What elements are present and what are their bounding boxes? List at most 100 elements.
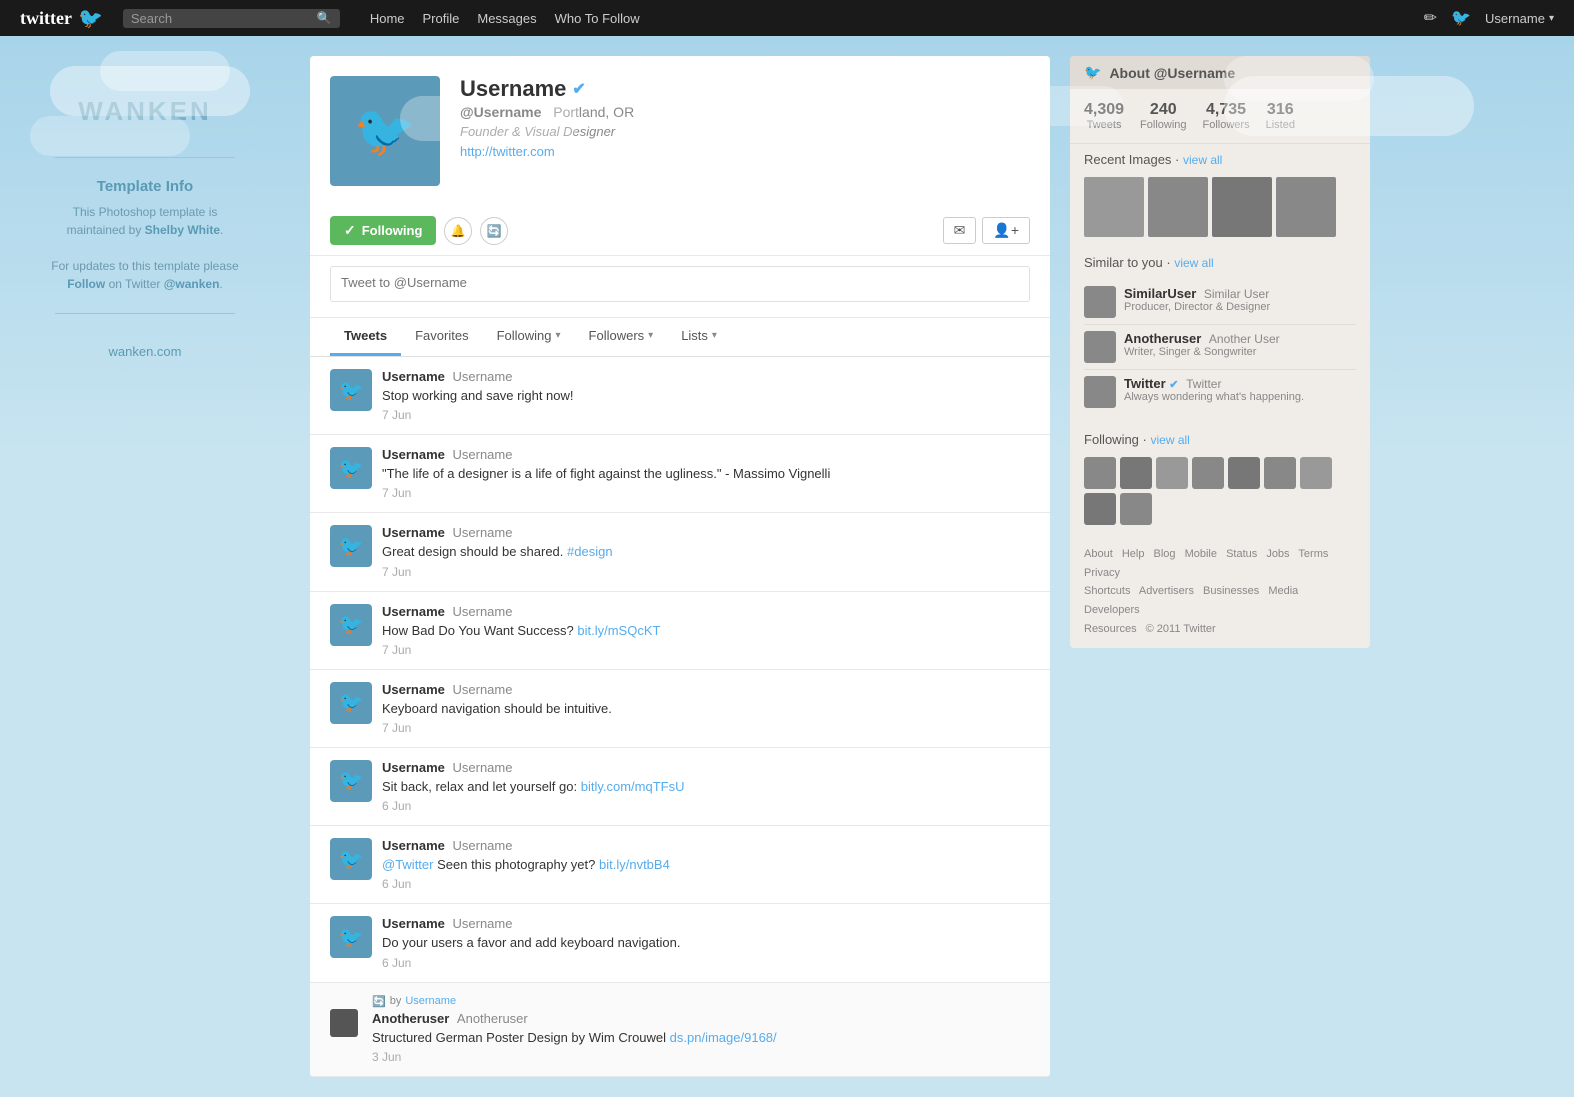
tweet-mention-link[interactable]: @Twitter (382, 857, 433, 872)
tweet-header: Username Username (382, 838, 1030, 853)
tweet-url-link[interactable]: ds.pn/image/9168/ (670, 1030, 777, 1045)
twitter-bird-icon: 🐦 (78, 6, 103, 31)
handle-link[interactable]: @wanken (164, 277, 220, 291)
footer-jobs-link[interactable]: Jobs (1266, 548, 1289, 560)
footer-businesses-link[interactable]: Businesses (1203, 585, 1259, 597)
profile-header: 🐦 Username ✔ @Username Portland, OR Foun… (310, 56, 1050, 206)
following-user-thumb[interactable] (1156, 457, 1188, 489)
tweet-date: 7 Jun (382, 408, 1030, 422)
stats-row: 4,309 Tweets 240 Following 4,735 Followe… (1070, 89, 1370, 144)
tab-following[interactable]: Following ▾ (483, 318, 575, 356)
footer-mobile-link[interactable]: Mobile (1185, 548, 1217, 560)
following-user-thumb[interactable] (1084, 493, 1116, 525)
footer-resources-link[interactable]: Resources (1084, 623, 1137, 635)
similar-user-handle: Another User (1209, 332, 1280, 346)
tweet-avatar: 🐦 (330, 447, 372, 489)
following-user-thumb[interactable] (1228, 457, 1260, 489)
tweet-body: Username Username Keyboard navigation sh… (382, 682, 1030, 735)
tweet-username[interactable]: Username (382, 916, 445, 931)
stat-followers-num: 4,735 (1203, 101, 1250, 119)
recent-images-view-all-link[interactable]: view all (1183, 153, 1222, 167)
image-thumb[interactable] (1084, 177, 1144, 237)
similar-user-name[interactable]: SimilarUser Similar User (1124, 286, 1356, 301)
similar-user-handle: Twitter (1186, 377, 1221, 391)
tweet-username[interactable]: Username (382, 838, 445, 853)
following-user-thumb[interactable] (1192, 457, 1224, 489)
following-section-text: Following (1084, 432, 1139, 447)
footer-shortcuts-link[interactable]: Shortcuts (1084, 585, 1130, 597)
tweet-username[interactable]: Username (382, 604, 445, 619)
tweet-username[interactable]: Username (382, 760, 445, 775)
footer-about-link[interactable]: About (1084, 548, 1113, 560)
following-user-thumb[interactable] (1120, 457, 1152, 489)
profile-website-link[interactable]: http://twitter.com (460, 144, 555, 159)
tweet-username[interactable]: Anotheruser (372, 1011, 449, 1026)
search-input[interactable] (131, 11, 311, 26)
twitter-logo: twitter 🐦 (20, 6, 103, 31)
following-user-thumb[interactable] (1084, 457, 1116, 489)
nav-home[interactable]: Home (370, 11, 405, 26)
retweet-by-link[interactable]: Username (405, 995, 456, 1007)
following-button[interactable]: ✓ Following (330, 216, 436, 245)
footer-advertisers-link[interactable]: Advertisers (1139, 585, 1194, 597)
image-thumb[interactable] (1148, 177, 1208, 237)
tab-lists[interactable]: Lists ▾ (667, 318, 731, 356)
wanken-logo: WANKEN (78, 96, 212, 127)
tweet-username[interactable]: Username (382, 447, 445, 462)
search-bar[interactable]: 🔍 (123, 9, 340, 28)
compose-icon[interactable]: ✏ (1424, 8, 1437, 28)
tab-favorites[interactable]: Favorites (401, 318, 482, 356)
tweet-avatar: 🐦 (330, 760, 372, 802)
footer-developers-link[interactable]: Developers (1084, 604, 1140, 616)
following-user-thumb[interactable] (1300, 457, 1332, 489)
footer-status-link[interactable]: Status (1226, 548, 1257, 560)
lists-caret-icon: ▾ (712, 330, 717, 341)
following-view-all-link[interactable]: view all (1150, 433, 1189, 447)
user-menu-button[interactable]: Username ▾ (1485, 11, 1554, 26)
footer-terms-link[interactable]: Terms (1298, 548, 1328, 560)
footer-help-link[interactable]: Help (1122, 548, 1145, 560)
tweet-date: 6 Jun (382, 956, 1030, 970)
tweet-text: Structured German Poster Design by Wim C… (372, 1029, 1030, 1047)
footer-media-link[interactable]: Media (1268, 585, 1298, 597)
right-sidebar: 🐦 About @Username 4,309 Tweets 240 Follo… (1070, 56, 1370, 1077)
nav-profile[interactable]: Profile (423, 11, 460, 26)
author-link[interactable]: Shelby White (145, 223, 220, 237)
image-thumb[interactable] (1212, 177, 1272, 237)
notifications-button[interactable]: 🔔 (444, 217, 472, 245)
tweet-hashtag-link[interactable]: #design (567, 544, 613, 559)
twitter-bird-small-icon[interactable]: 🐦 (1451, 8, 1471, 28)
follow-link[interactable]: Follow (67, 277, 105, 291)
similar-view-all-link[interactable]: view all (1174, 256, 1213, 270)
verified-badge-icon: ✔ (572, 79, 585, 99)
image-thumb[interactable] (1276, 177, 1336, 237)
similar-user-name[interactable]: Anotheruser Another User (1124, 331, 1356, 346)
tab-tweets[interactable]: Tweets (330, 318, 401, 356)
tweet-url-link[interactable]: bitly.com/mqTFsU (581, 779, 685, 794)
footer-blog-link[interactable]: Blog (1154, 548, 1176, 560)
tweet-username[interactable]: Username (382, 682, 445, 697)
recent-images-grid (1070, 171, 1370, 247)
wanken-website-link[interactable]: wanken.com (109, 344, 182, 359)
add-to-list-button[interactable]: 👤+ (982, 217, 1030, 244)
retweet-button[interactable]: 🔄 (480, 217, 508, 245)
message-button[interactable]: ✉ (943, 217, 977, 244)
tweet-url-link[interactable]: bit.ly/nvtbB4 (599, 857, 670, 872)
tweet-username[interactable]: Username (382, 525, 445, 540)
similar-user-avatar (1084, 376, 1116, 408)
tweet-input[interactable] (330, 266, 1030, 302)
tab-followers[interactable]: Followers ▾ (575, 318, 668, 356)
tweet-username[interactable]: Username (382, 369, 445, 384)
tweet-url-link[interactable]: bit.ly/mSQcKT (577, 623, 660, 638)
nav-who-to-follow[interactable]: Who To Follow (555, 11, 640, 26)
similar-user-info: SimilarUser Similar User Producer, Direc… (1124, 286, 1356, 313)
following-user-thumb[interactable] (1264, 457, 1296, 489)
footer-privacy-link[interactable]: Privacy (1084, 567, 1120, 579)
similar-item: SimilarUser Similar User Producer, Direc… (1084, 280, 1356, 325)
following-user-thumb[interactable] (1120, 493, 1152, 525)
nav-messages[interactable]: Messages (477, 11, 536, 26)
tweet-body: Username Username Stop working and save … (382, 369, 1030, 422)
check-icon: ✓ (344, 222, 356, 239)
similar-user-name[interactable]: Twitter ✔ Twitter (1124, 376, 1356, 391)
similar-user-info: Twitter ✔ Twitter Always wondering what'… (1124, 376, 1356, 403)
